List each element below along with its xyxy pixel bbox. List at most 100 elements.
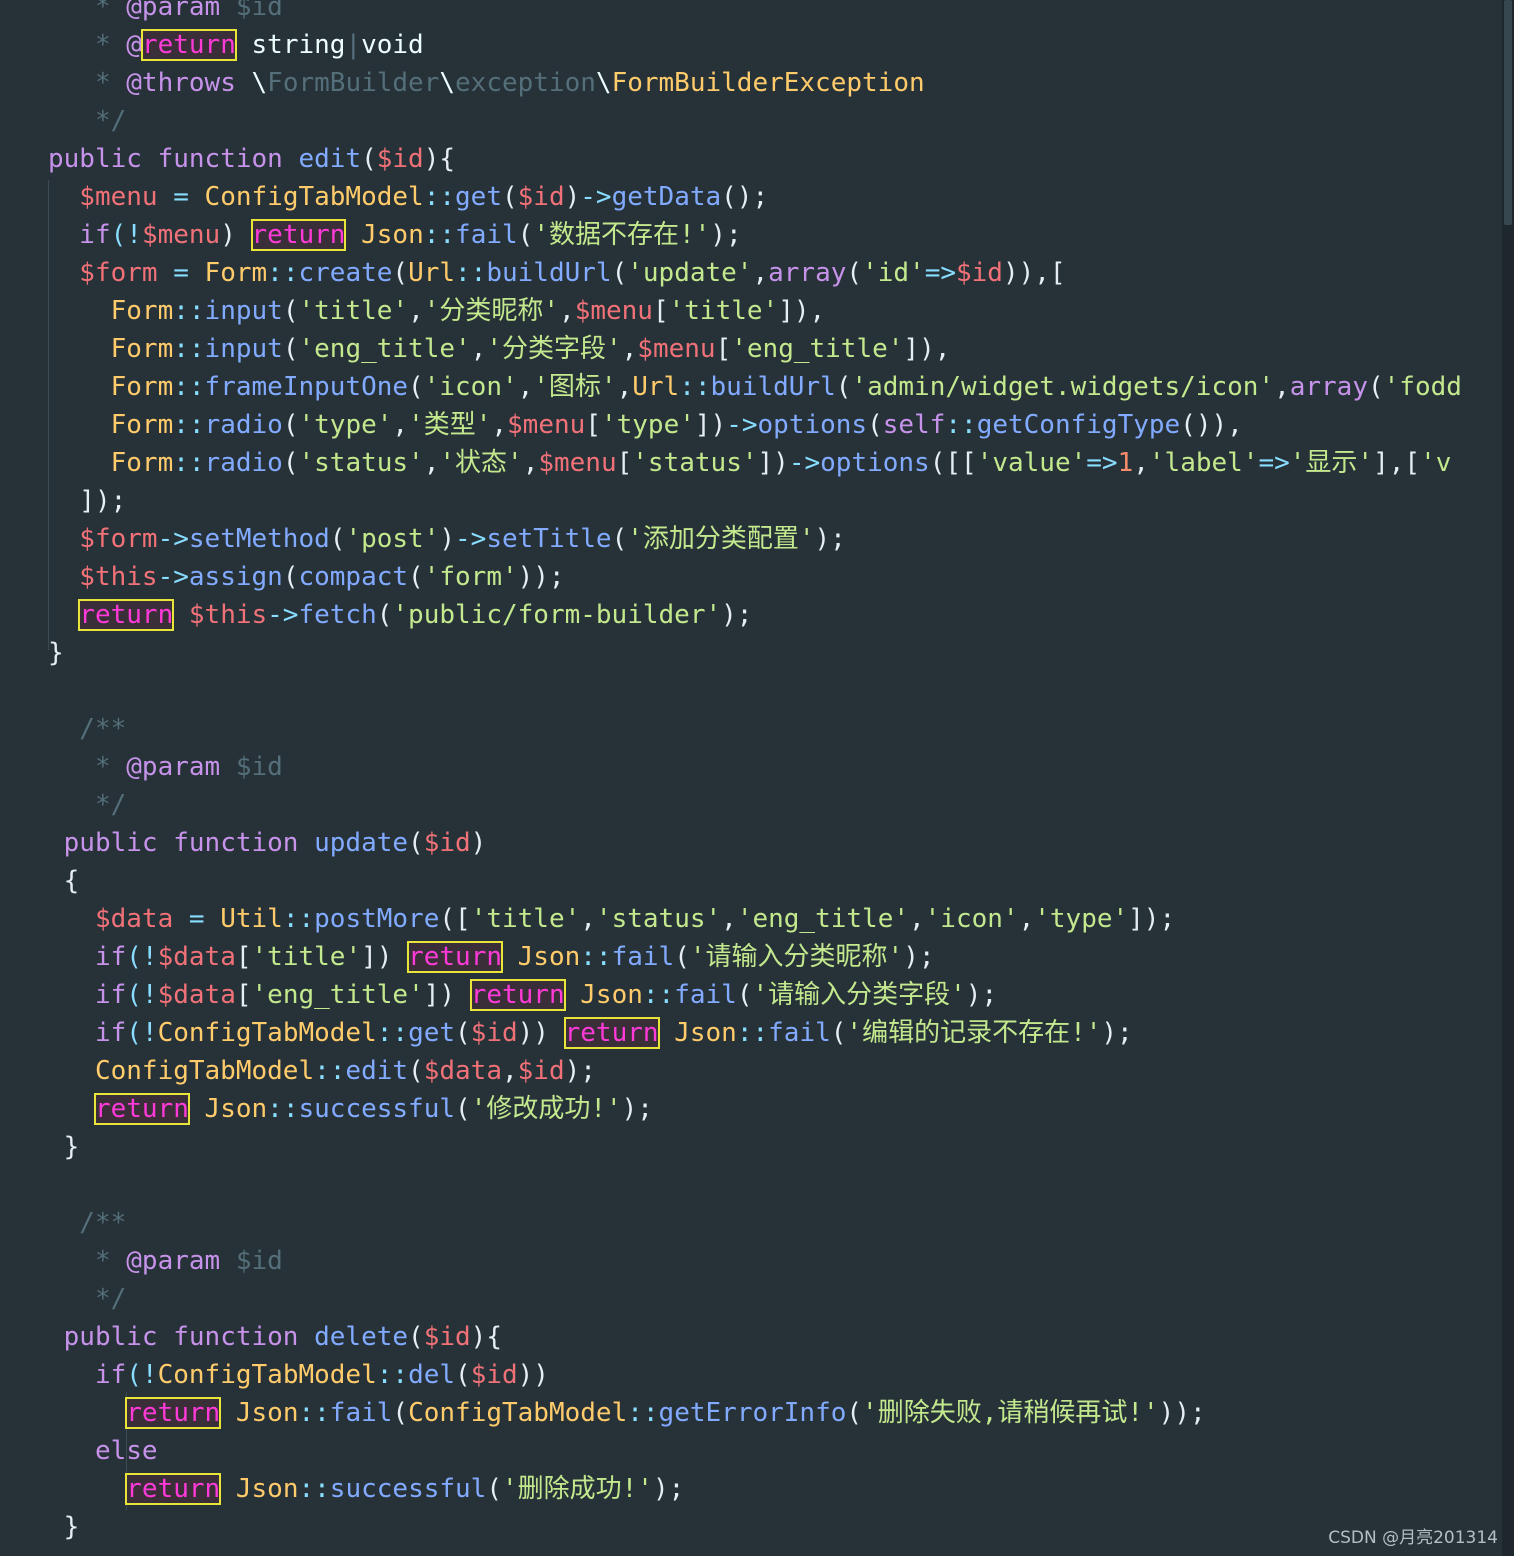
code-token: ([[ bbox=[929, 448, 977, 478]
code-token: ) bbox=[564, 182, 581, 212]
code-token: Form bbox=[48, 410, 174, 440]
code-token: else bbox=[48, 1436, 158, 1466]
code-token: public bbox=[48, 1322, 174, 1352]
code-token: [ bbox=[235, 980, 252, 1010]
code-token: , bbox=[408, 296, 424, 326]
code-token: $id bbox=[470, 1018, 518, 1048]
code-token: [ bbox=[652, 296, 669, 326]
code-token: setTitle bbox=[486, 524, 612, 554]
code-token: function bbox=[173, 828, 315, 858]
code-token: 1 bbox=[1117, 448, 1134, 478]
code-token: $form bbox=[48, 524, 158, 554]
code-token: Util bbox=[220, 904, 283, 934]
scrollbar-thumb[interactable] bbox=[1504, 0, 1512, 225]
code-token: ]) bbox=[361, 942, 409, 972]
code-token: , bbox=[423, 448, 440, 478]
code-token: /** bbox=[48, 714, 127, 744]
code-token: buildUrl bbox=[710, 372, 836, 402]
code-token: 'icon' bbox=[423, 372, 518, 402]
code-token: 'icon' bbox=[924, 904, 1019, 934]
code-token: ( bbox=[1368, 372, 1384, 402]
code-token: { bbox=[48, 866, 80, 896]
code-token: 'eng_title' bbox=[298, 334, 471, 364]
code-token: * bbox=[48, 752, 127, 782]
code-line: ]); bbox=[48, 482, 126, 520]
code-token: Json bbox=[502, 942, 581, 972]
code-token: 'title' bbox=[251, 942, 362, 972]
code-token: '删除成功!' bbox=[502, 1474, 653, 1504]
code-token: [ bbox=[235, 942, 252, 972]
code-token: getConfigType bbox=[976, 410, 1181, 440]
code-token: :: bbox=[282, 904, 315, 934]
code-line: /** bbox=[48, 710, 126, 748]
code-token: $data bbox=[157, 942, 236, 972]
code-token: Json bbox=[564, 980, 643, 1010]
code-token: (! bbox=[126, 942, 158, 972]
code-line: $data = Util::postMore(['title','status'… bbox=[48, 900, 1175, 938]
code-token: '状态' bbox=[439, 448, 523, 478]
code-token: } bbox=[48, 1512, 80, 1542]
code-token: exception bbox=[455, 68, 596, 98]
code-token: getErrorInfo bbox=[658, 1398, 847, 1428]
code-token: update bbox=[314, 828, 409, 858]
code-line: public function update($id) bbox=[48, 824, 487, 862]
code-token: :: bbox=[173, 448, 205, 478]
code-token: ]) bbox=[694, 410, 727, 440]
code-token: ( bbox=[611, 524, 628, 554]
code-token: , bbox=[501, 1056, 518, 1086]
code-token: get bbox=[455, 182, 502, 212]
code-token: string bbox=[235, 30, 346, 60]
code-token: */ bbox=[48, 106, 127, 136]
code-token: buildUrl bbox=[486, 258, 612, 288]
highlighted-keyword: return bbox=[407, 941, 503, 973]
code-token: ); bbox=[721, 600, 753, 630]
code-token: Json bbox=[345, 220, 424, 250]
vertical-scrollbar[interactable] bbox=[1502, 0, 1514, 1556]
code-line: public function delete($id){ bbox=[48, 1318, 502, 1356]
code-line: $menu = ConfigTabModel::get($id)->getDat… bbox=[48, 178, 768, 216]
code-token: ( bbox=[282, 296, 299, 326]
code-line: return $this->fetch('public/form-builder… bbox=[48, 596, 752, 634]
highlighted-keyword: return bbox=[469, 979, 566, 1011]
code-token: } bbox=[48, 1132, 80, 1162]
code-token: * bbox=[48, 0, 127, 22]
code-token: $menu bbox=[507, 410, 586, 440]
code-line: ConfigTabModel::edit($data,$id); bbox=[48, 1052, 596, 1090]
code-token: successful bbox=[329, 1474, 487, 1504]
code-token: Json bbox=[220, 1398, 299, 1428]
code-token: , bbox=[909, 904, 925, 934]
code-token: -> bbox=[455, 524, 487, 554]
code-line: Form::input('title','分类昵称',$menu['title'… bbox=[48, 292, 826, 330]
code-token: ( bbox=[501, 182, 518, 212]
code-token: * bbox=[48, 1246, 127, 1276]
code-token: } bbox=[48, 638, 64, 668]
code-token: -> bbox=[726, 410, 758, 440]
code-token: 'title' bbox=[668, 296, 779, 326]
code-token: fail bbox=[768, 1018, 831, 1048]
code-line: * @param $id bbox=[48, 748, 283, 786]
code-token: ( bbox=[282, 562, 299, 592]
code-token: postMore bbox=[314, 904, 440, 934]
code-token: Form bbox=[48, 372, 174, 402]
code-line: } bbox=[48, 1508, 80, 1546]
code-token: 'fodd bbox=[1383, 372, 1462, 402]
code-token: Form bbox=[48, 296, 174, 326]
code-editor[interactable]: * @param $id * @return string|void * @th… bbox=[0, 0, 1502, 1556]
code-token: @param bbox=[126, 752, 221, 782]
code-token: $menu bbox=[538, 448, 617, 478]
code-token: public bbox=[48, 828, 174, 858]
code-token: ConfigTabModel bbox=[48, 1056, 315, 1086]
code-line: Form::radio('status','状态',$menu['status'… bbox=[48, 444, 1452, 482]
code-token: ( bbox=[282, 448, 299, 478]
code-token: compact bbox=[298, 562, 409, 592]
code-token: :: bbox=[173, 372, 205, 402]
code-token: if bbox=[48, 942, 127, 972]
code-token: :: bbox=[376, 1360, 409, 1390]
code-token: )) bbox=[517, 1018, 565, 1048]
code-token: => bbox=[1086, 448, 1118, 478]
code-token: $this bbox=[48, 562, 158, 592]
code-token: $id bbox=[956, 258, 1003, 288]
code-token: , bbox=[522, 448, 539, 478]
code-token: public bbox=[48, 144, 158, 174]
code-token: )); bbox=[1158, 1398, 1206, 1428]
